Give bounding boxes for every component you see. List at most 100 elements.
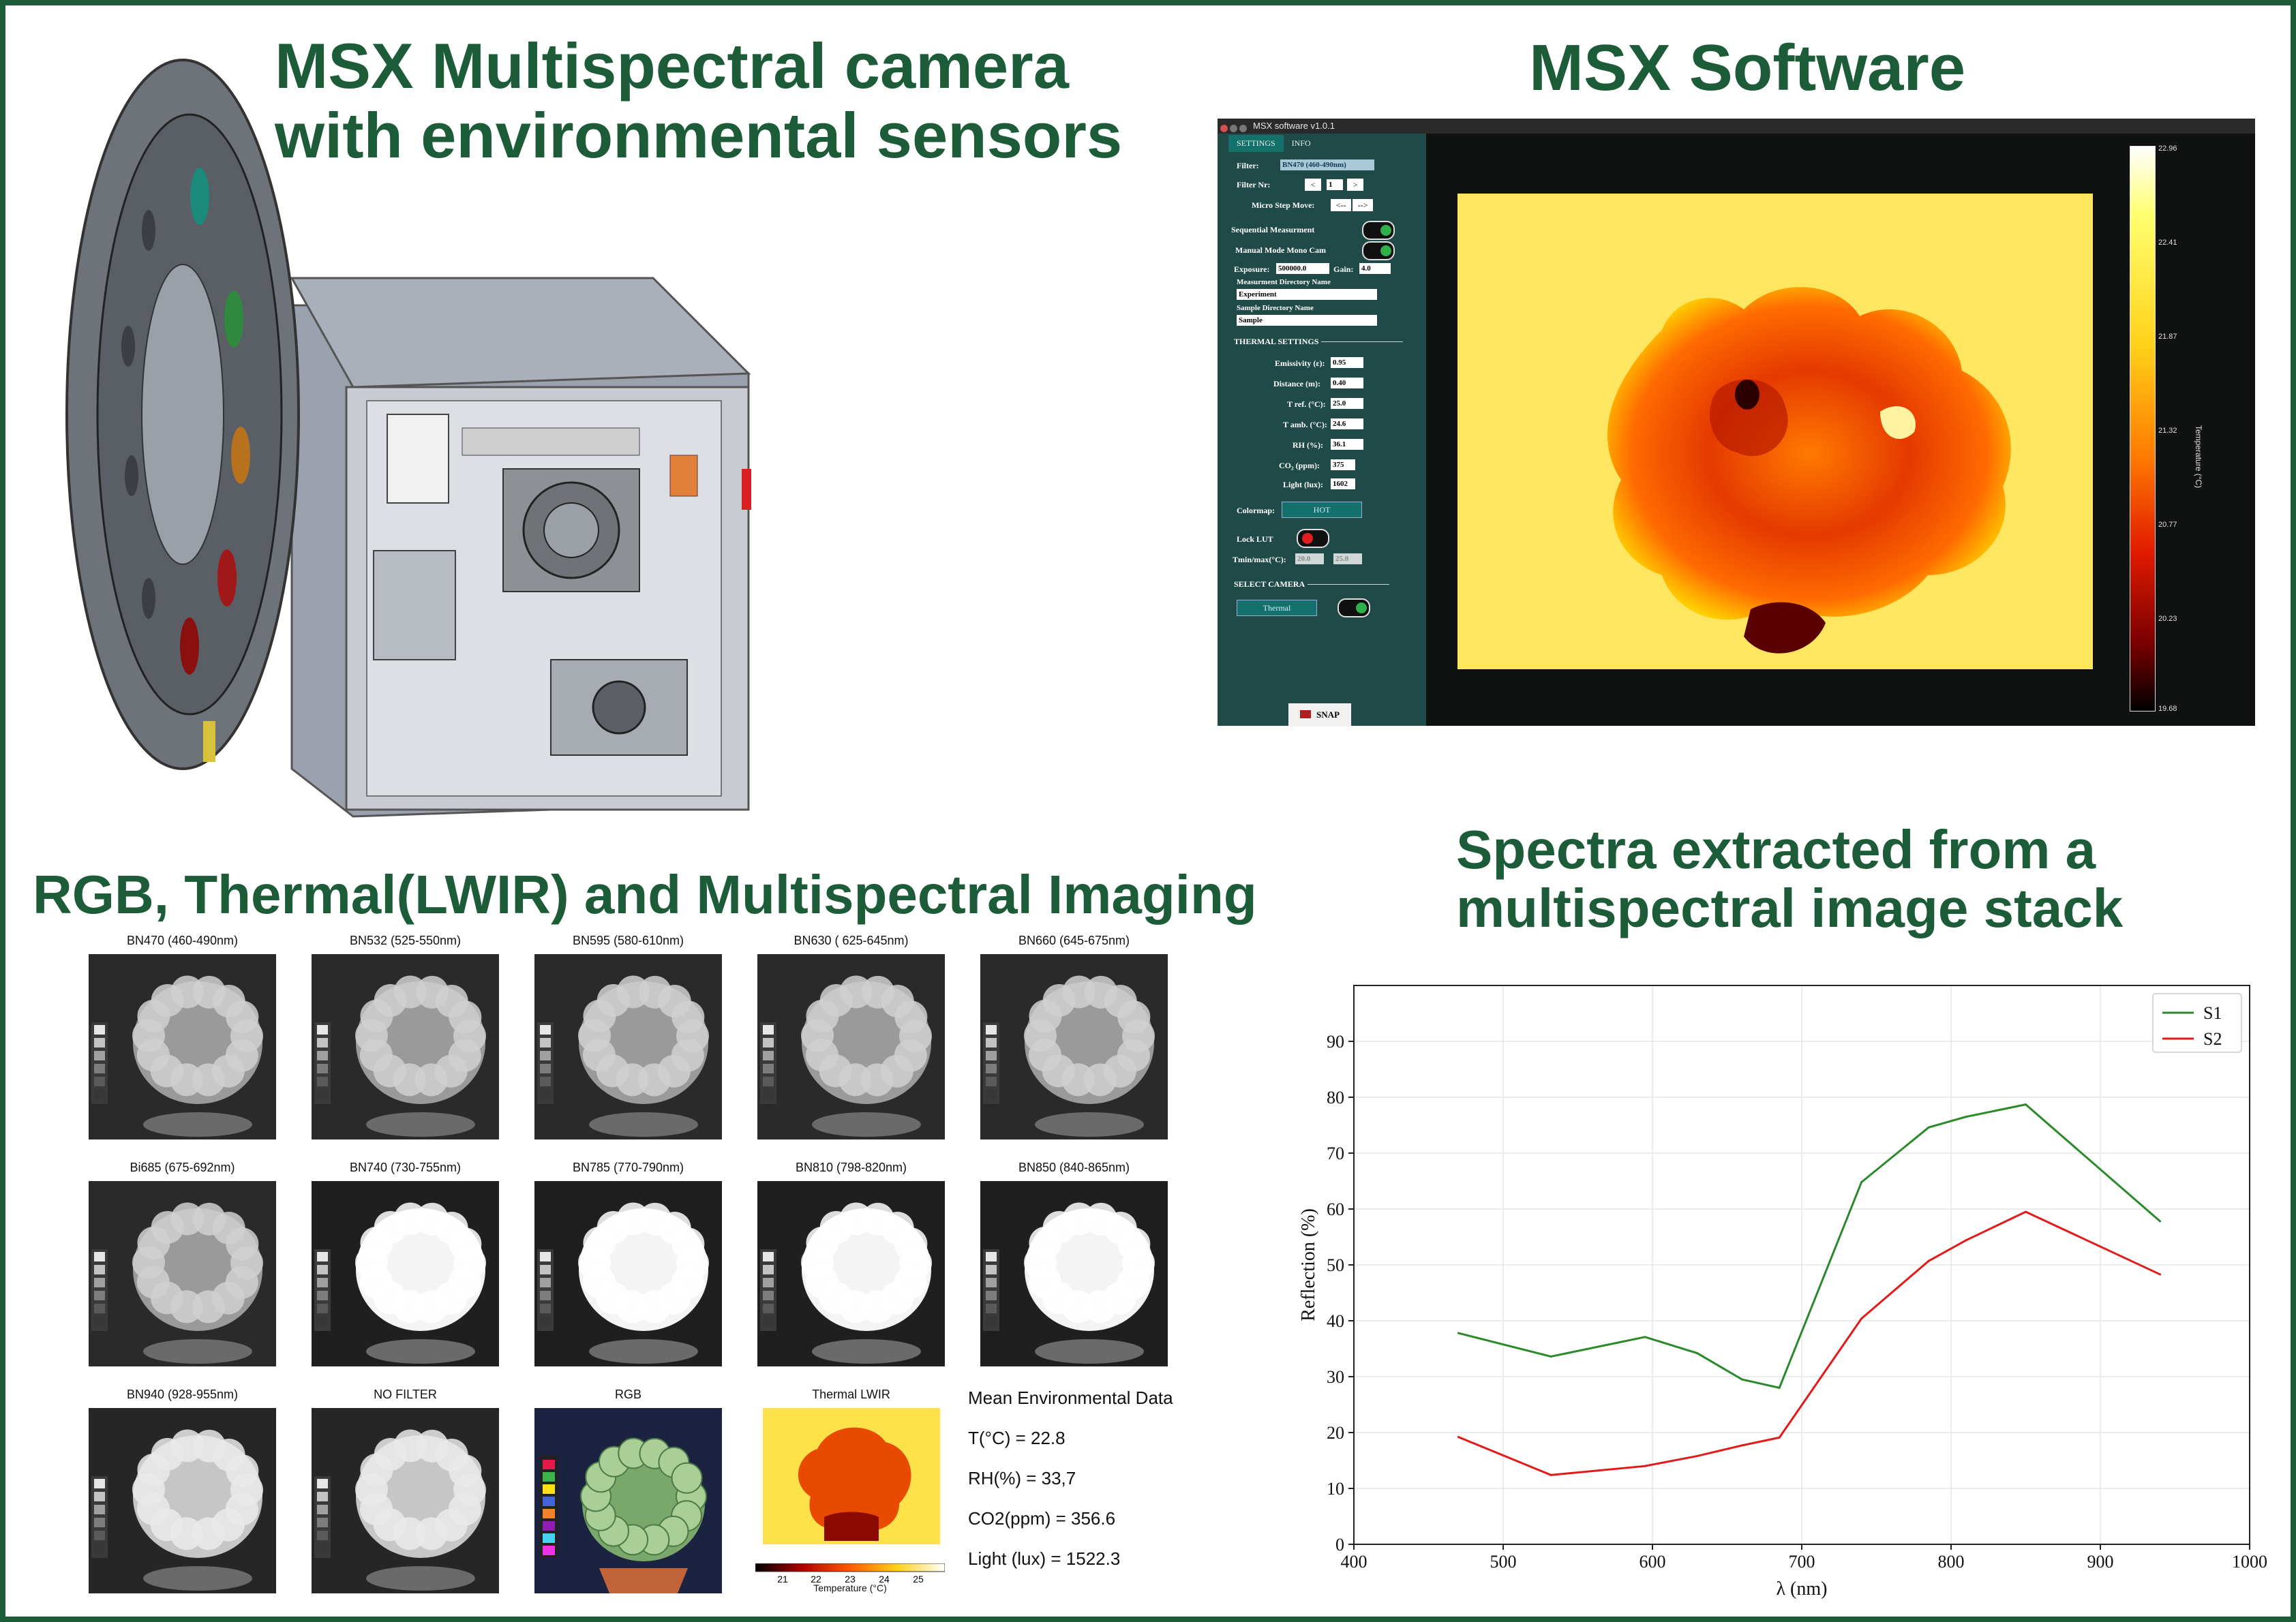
- thermal-live-image: [1457, 194, 2093, 669]
- rh-field[interactable]: 36.1: [1331, 439, 1363, 450]
- data-point: [2025, 1210, 2027, 1213]
- y-tick-label: 0: [1335, 1535, 1344, 1555]
- distance-field[interactable]: 0.40: [1331, 378, 1363, 388]
- settings-panel: SETTINGS INFO Filter: BN470 (460-490nm) F…: [1218, 134, 1426, 726]
- snap-button[interactable]: SNAP: [1288, 703, 1351, 726]
- filter-next-button[interactable]: >: [1347, 179, 1363, 191]
- exposure-field[interactable]: 500000.0: [1276, 263, 1329, 274]
- env-temperature: T(°C) = 22.8: [968, 1428, 1066, 1448]
- camera-render: [65, 59, 751, 818]
- lock-lut-toggle[interactable]: [1297, 529, 1329, 548]
- exposure-label: Exposure:: [1234, 264, 1270, 274]
- y-tick-label: 40: [1327, 1311, 1344, 1331]
- y-axis-label: Reflection (%): [1298, 1208, 1319, 1321]
- data-point: [1457, 1332, 1460, 1334]
- data-point: [2159, 1220, 2162, 1223]
- light-field: 1602: [1331, 478, 1355, 489]
- x-tick-label: 700: [1789, 1552, 1815, 1572]
- y-tick-label: 60: [1327, 1199, 1344, 1219]
- micro-step-forward-button[interactable]: -->: [1353, 199, 1373, 211]
- camera-toggle[interactable]: [1338, 598, 1370, 617]
- colorbar-tick: 21.32: [2158, 427, 2177, 435]
- tref-field[interactable]: 25.0: [1331, 398, 1363, 409]
- tmax-field[interactable]: 25.0: [1333, 553, 1362, 564]
- spectra-heading: Spectra extracted from a multispectral i…: [1456, 820, 2123, 938]
- image-panel: BN630 ( 625-645nm): [757, 934, 945, 1139]
- y-tick-label: 20: [1327, 1423, 1344, 1443]
- tamb-label: T amb. (°C):: [1283, 420, 1327, 429]
- image-panel: BN940 (928-955nm): [89, 1388, 276, 1593]
- x-tick-label: 500: [1490, 1552, 1517, 1572]
- legend-label: S2: [2203, 1029, 2222, 1049]
- image-panel: Bi685 (675-692nm): [89, 1161, 276, 1366]
- colorbar-tick: 20.23: [2158, 615, 2177, 623]
- colorbar-tick: 22.96: [2158, 144, 2177, 153]
- x-axis-label: λ (nm): [1776, 1578, 1827, 1600]
- image-panel-picture: [312, 1408, 499, 1593]
- data-point: [1457, 1436, 1460, 1439]
- micro-step-back-button[interactable]: <--: [1331, 199, 1351, 211]
- x-tick-label: 400: [1341, 1552, 1368, 1572]
- image-panel-label: Bi685 (675-692nm): [130, 1161, 235, 1174]
- tminmax-label: Tmin/max(°C):: [1233, 555, 1286, 564]
- light-label: Light (lux):: [1283, 480, 1324, 489]
- select-camera-title: SELECT CAMERA: [1234, 579, 1390, 589]
- y-tick-label: 50: [1327, 1255, 1344, 1275]
- emissivity-field[interactable]: 0.95: [1331, 357, 1363, 368]
- filter-value: BN470 (460-490nm): [1280, 159, 1374, 170]
- image-panel-label: BN470 (460-490nm): [126, 934, 239, 947]
- tref-label: T ref. (°C):: [1287, 399, 1326, 409]
- colorbar-tick: 20.77: [2158, 521, 2177, 529]
- image-panel: BN660 (645-675nm): [980, 934, 1168, 1139]
- image-panel-picture: [757, 1181, 945, 1366]
- data-point: [1644, 1336, 1646, 1338]
- close-icon[interactable]: [1220, 125, 1228, 132]
- rh-label: RH (%):: [1293, 440, 1323, 450]
- measurement-dir-label: Measurment Directory Name: [1237, 278, 1331, 286]
- lock-lut-label: Lock LUT: [1237, 534, 1273, 544]
- software-heading: MSX Software: [1529, 31, 1966, 104]
- measurement-dir-field[interactable]: Experiment: [1237, 289, 1377, 300]
- image-panel-label: BN810 (798-820nm): [795, 1161, 907, 1174]
- y-tick-label: 80: [1327, 1088, 1344, 1107]
- tmin-field[interactable]: 20.0: [1295, 553, 1324, 564]
- data-point: [1927, 1259, 1930, 1262]
- image-panel-label: BN630 ( 625-645nm): [794, 934, 909, 947]
- colormap-select[interactable]: HOT: [1282, 502, 1362, 518]
- colorbar-label: Temperature (°C): [2194, 425, 2203, 489]
- environmental-data: Mean Environmental Data T(°C) = 22.8 RH(…: [968, 1388, 1173, 1589]
- image-panel: BN532 (525-550nm): [312, 934, 499, 1139]
- colorbar-tick: 19.68: [2158, 705, 2177, 713]
- y-tick-label: 30: [1327, 1367, 1344, 1387]
- data-point: [1965, 1239, 1967, 1242]
- image-panel-picture: [980, 954, 1168, 1139]
- data-point: [2025, 1103, 2027, 1106]
- filter-nr-field[interactable]: 1: [1327, 179, 1343, 190]
- filter-label: Filter:: [1237, 161, 1259, 170]
- spectra-chart: 400 500 600 700 800 900 1000 0 10 20 30 40 50 60 70 80 9…: [1298, 985, 2267, 1600]
- gain-field[interactable]: 4.0: [1359, 263, 1391, 274]
- tab-settings[interactable]: SETTINGS: [1228, 135, 1284, 152]
- thermal-scale-title: Temperature (°C): [813, 1582, 887, 1593]
- colorbar-tick: 21.87: [2158, 333, 2177, 341]
- sample-dir-field[interactable]: Sample: [1237, 315, 1377, 326]
- camera-select[interactable]: Thermal: [1237, 600, 1317, 616]
- manual-mode-toggle[interactable]: [1362, 241, 1395, 260]
- tamb-field[interactable]: 24.6: [1331, 418, 1363, 429]
- data-point: [2159, 1273, 2162, 1276]
- tab-info[interactable]: INFO: [1284, 135, 1319, 152]
- data-point: [1860, 1317, 1863, 1320]
- sample-dir-label: Sample Directory Name: [1237, 304, 1314, 312]
- legend-label: S1: [2203, 1003, 2222, 1023]
- maximize-icon[interactable]: [1239, 125, 1247, 132]
- series-line-s2: [1457, 1210, 2161, 1476]
- minimize-icon[interactable]: [1230, 125, 1237, 132]
- y-tick-label: 70: [1327, 1144, 1344, 1163]
- image-panel-label: BN740 (730-755nm): [349, 1161, 462, 1174]
- sequential-toggle[interactable]: [1362, 221, 1395, 240]
- image-panel-picture: [312, 954, 499, 1139]
- image-panel-label: Thermal LWIR: [812, 1388, 890, 1401]
- data-point: [1740, 1378, 1743, 1381]
- filter-prev-button[interactable]: <: [1305, 179, 1321, 191]
- env-co2: CO2(ppm) = 356.6: [968, 1508, 1116, 1529]
